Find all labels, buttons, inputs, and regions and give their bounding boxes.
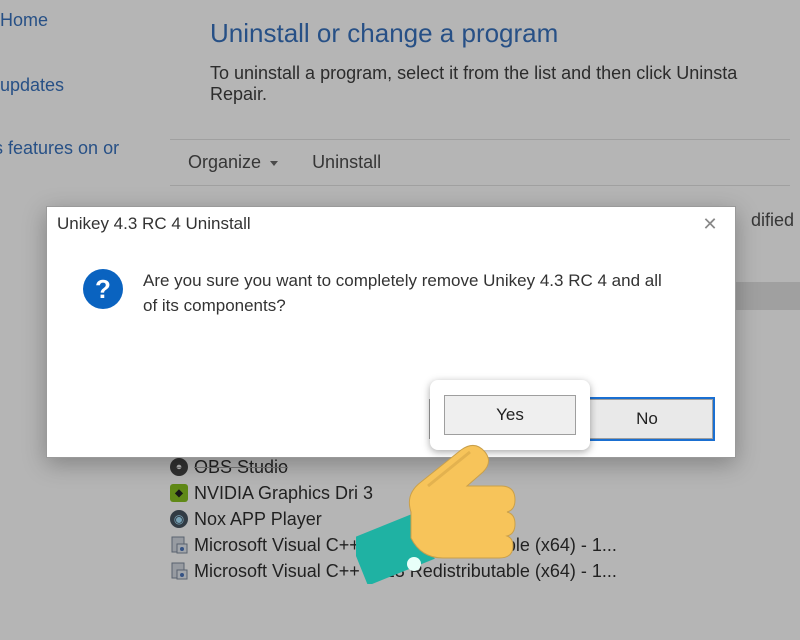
yes-button-highlighted[interactable]: Yes [444, 395, 576, 435]
question-icon: ? [83, 269, 123, 309]
app-window: Home updates s features on or Uninstall … [0, 0, 800, 640]
yes-highlight: Yes [430, 380, 590, 450]
no-button[interactable]: No [581, 399, 713, 439]
dialog-titlebar: Unikey 4.3 RC 4 Uninstall ✕ [47, 207, 735, 241]
uninstall-dialog: Unikey 4.3 RC 4 Uninstall ✕ ? Are you su… [46, 206, 736, 458]
close-button[interactable]: ✕ [695, 209, 725, 239]
close-icon: ✕ [702, 214, 717, 235]
dialog-message: Are you sure you want to completely remo… [143, 269, 663, 318]
dialog-title: Unikey 4.3 RC 4 Uninstall [57, 214, 251, 234]
